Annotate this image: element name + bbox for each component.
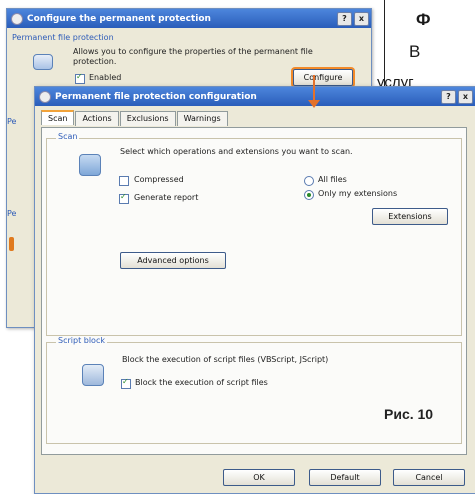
group-title: Scan [56,132,80,141]
computer-icon [33,54,53,70]
tab-scan[interactable]: Scan [41,110,75,125]
configure-button[interactable]: Configure [293,69,353,86]
generate-report-checkbox[interactable] [119,192,129,204]
block-scripts-label: Block the execution of script files [135,378,268,387]
script-instruction: Block the execution of script files (VBS… [122,355,329,364]
protection-config-window: Permanent file protection configuration … [34,86,475,494]
close-button[interactable]: x [458,89,473,104]
title-bar: Configure the permanent protection ? x [7,9,371,28]
all-files-label: All files [318,175,347,184]
magnifier-icon [79,154,101,176]
window-icon [11,12,23,25]
generate-report-label: Generate report [134,193,199,202]
tab-warnings[interactable]: Warnings [176,111,228,126]
advanced-options-button[interactable]: Advanced options [120,252,226,269]
tab-actions[interactable]: Actions [75,111,119,126]
only-my-extensions-radio[interactable] [304,190,314,200]
article-fragment: Ф [416,10,431,29]
tab-bar: Scan Actions Exclusions Warnings [41,110,229,126]
article-fragment: В [409,42,421,61]
help-button[interactable]: ? [441,89,456,104]
group-title: Script block [56,336,107,345]
script-file-icon [82,364,104,386]
callout-arrow-icon [308,100,320,108]
enabled-label: Enabled [89,73,122,82]
help-button[interactable]: ? [337,11,352,26]
only-my-extensions-label: Only my extensions [318,189,398,198]
figure-caption: Рис. 10 [384,406,434,422]
tab-exclusions[interactable]: Exclusions [119,111,176,126]
default-button[interactable]: Default [309,469,381,486]
scan-instruction: Select which operations and extensions y… [120,147,353,156]
enabled-checkbox[interactable] [75,72,85,84]
compressed-label: Compressed [134,175,184,184]
window-title: Permanent file protection configuration [55,91,257,102]
warning-icon [9,237,14,251]
group-title: Permanent file protection [12,33,114,42]
group-title: Pe [7,209,17,218]
callout-arrow-line [313,75,315,103]
window-title: Configure the permanent protection [27,13,211,24]
extensions-button[interactable]: Extensions [372,208,448,225]
window-icon [39,90,51,103]
group-title: Pe [7,117,17,126]
cancel-button[interactable]: Cancel [393,469,465,486]
close-button[interactable]: x [354,11,369,26]
compressed-checkbox[interactable] [119,176,129,186]
description-text: Allows you to configure the properties o… [73,47,313,66]
scan-group [46,138,462,336]
title-bar: Permanent file protection configuration … [35,87,475,106]
all-files-radio[interactable] [304,176,314,186]
ok-button[interactable]: OK [223,469,295,486]
block-scripts-checkbox[interactable] [121,377,131,389]
